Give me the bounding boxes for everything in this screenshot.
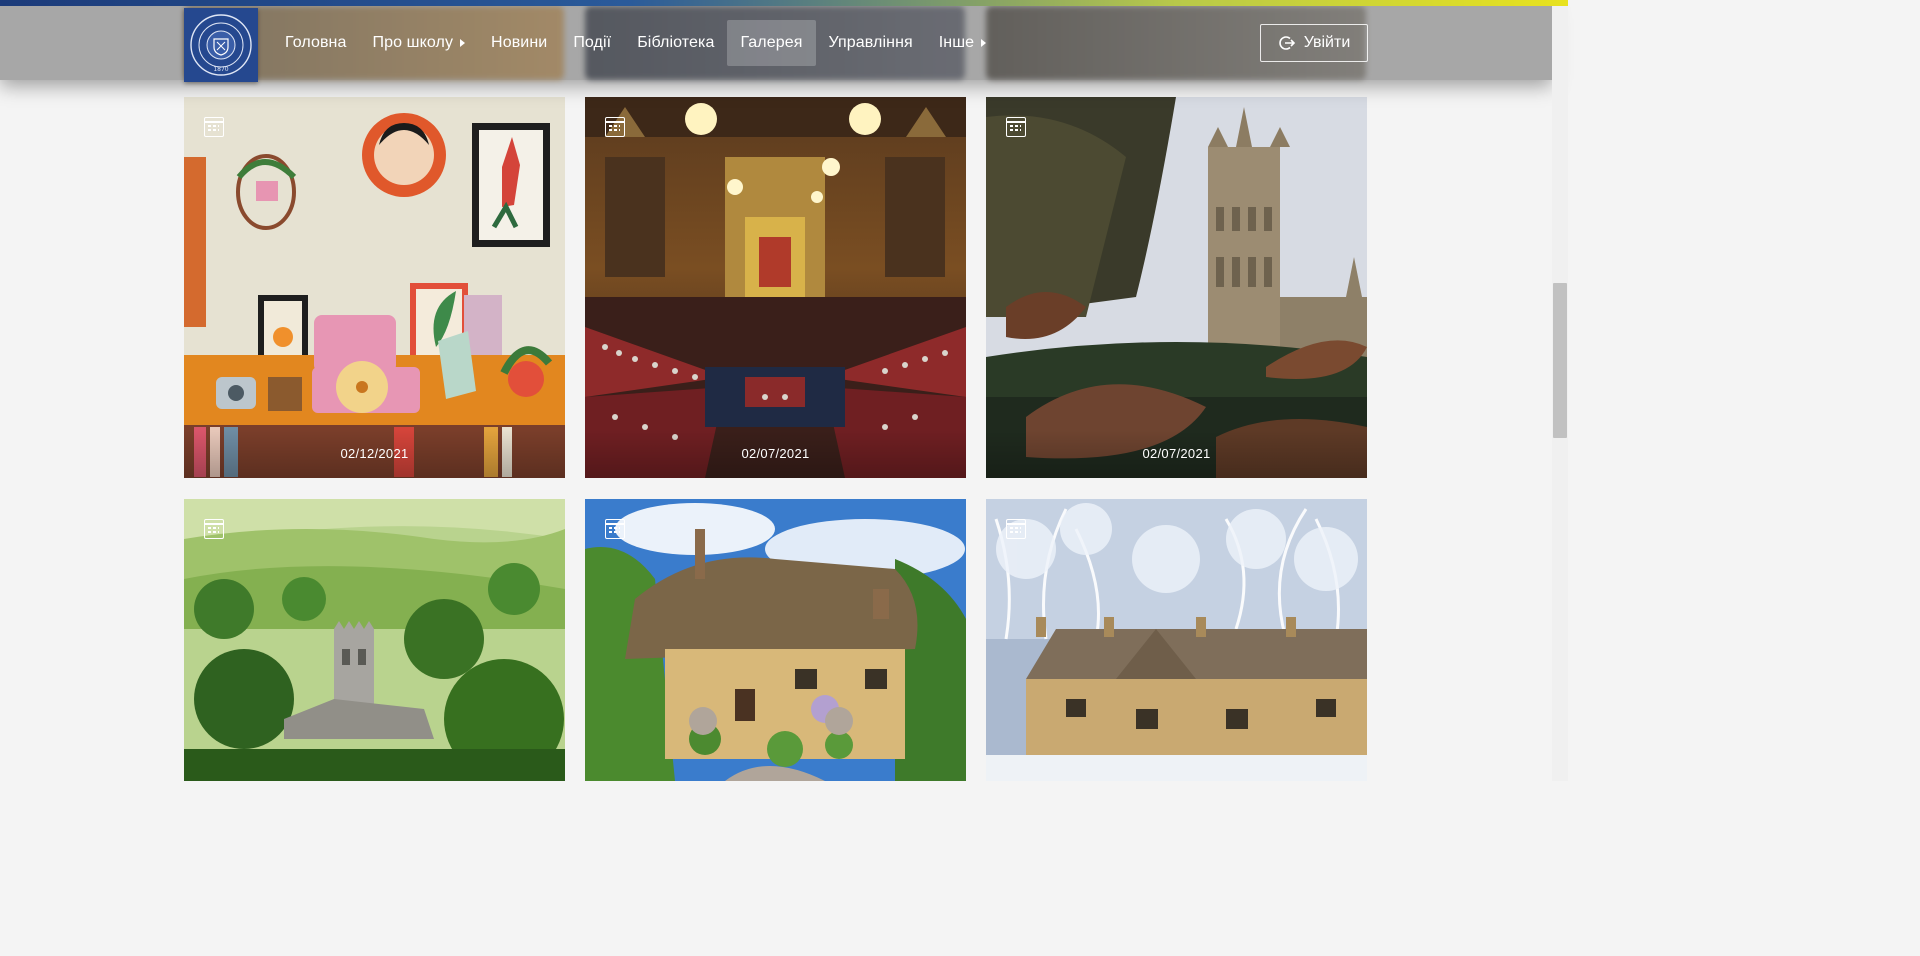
gallery-card[interactable] — [184, 499, 565, 781]
nav-item-about[interactable]: Про школу — [360, 20, 479, 66]
login-icon — [1278, 36, 1295, 50]
nav-item-label: Інше — [938, 34, 975, 51]
gallery-card[interactable] — [585, 499, 966, 781]
gallery-card[interactable]: 02/12/2021 — [184, 97, 565, 478]
nav-item-other[interactable]: Інше — [926, 20, 999, 66]
gallery-card[interactable]: 02/07/2021 — [585, 97, 966, 478]
gallery-card[interactable]: 02/07/2021 — [986, 97, 1367, 478]
gallery-image — [986, 499, 1367, 781]
calendar-icon — [204, 519, 224, 539]
nav-item-home[interactable]: Головна — [272, 20, 360, 66]
nav-item-label: Галерея — [740, 34, 803, 51]
login-button[interactable]: Увійти — [1260, 24, 1368, 62]
nav-item-label: Події — [573, 34, 612, 51]
logo-seal-icon: 1870 — [190, 14, 252, 76]
calendar-icon — [204, 117, 224, 137]
gallery-card[interactable] — [986, 499, 1367, 781]
calendar-icon — [1006, 117, 1026, 137]
nav-item-label: Бібліотека — [637, 34, 715, 51]
nav-item-events[interactable]: Події — [560, 20, 624, 66]
nav-item-management[interactable]: Управління — [816, 20, 926, 66]
nav-item-label: Про школу — [372, 34, 454, 51]
card-date: 02/07/2021 — [986, 430, 1367, 478]
gallery-image — [585, 97, 966, 478]
caret-right-icon — [460, 39, 466, 47]
nav-item-label: Головна — [285, 34, 347, 51]
gallery-image — [986, 97, 1367, 478]
nav-item-library[interactable]: Бібліотека — [624, 20, 727, 66]
gallery-image — [585, 499, 966, 781]
top-accent-stripe — [0, 0, 1568, 6]
school-logo[interactable]: 1870 — [184, 8, 258, 82]
page-scrollbar[interactable] — [1552, 6, 1568, 781]
nav-item-label: Новини — [491, 34, 548, 51]
nav-item-gallery[interactable]: Галерея — [727, 20, 816, 66]
caret-right-icon — [981, 39, 987, 47]
nav-item-news[interactable]: Новини — [478, 20, 560, 66]
scrollbar-thumb[interactable] — [1553, 283, 1567, 438]
calendar-icon — [1006, 519, 1026, 539]
card-date: 02/07/2021 — [585, 430, 966, 478]
gallery-image — [184, 499, 565, 781]
main-nav: Головна Про школу Новини Події Бібліотек… — [272, 20, 999, 66]
login-label: Увійти — [1303, 34, 1351, 51]
site-header: 1870 Головна Про школу Новини Події Бібл… — [0, 6, 1552, 82]
gallery-image — [184, 97, 565, 478]
card-date: 02/12/2021 — [184, 430, 565, 478]
calendar-icon — [605, 519, 625, 539]
calendar-icon — [605, 117, 625, 137]
nav-item-label: Управління — [828, 34, 913, 51]
svg-text:1870: 1870 — [213, 66, 228, 73]
